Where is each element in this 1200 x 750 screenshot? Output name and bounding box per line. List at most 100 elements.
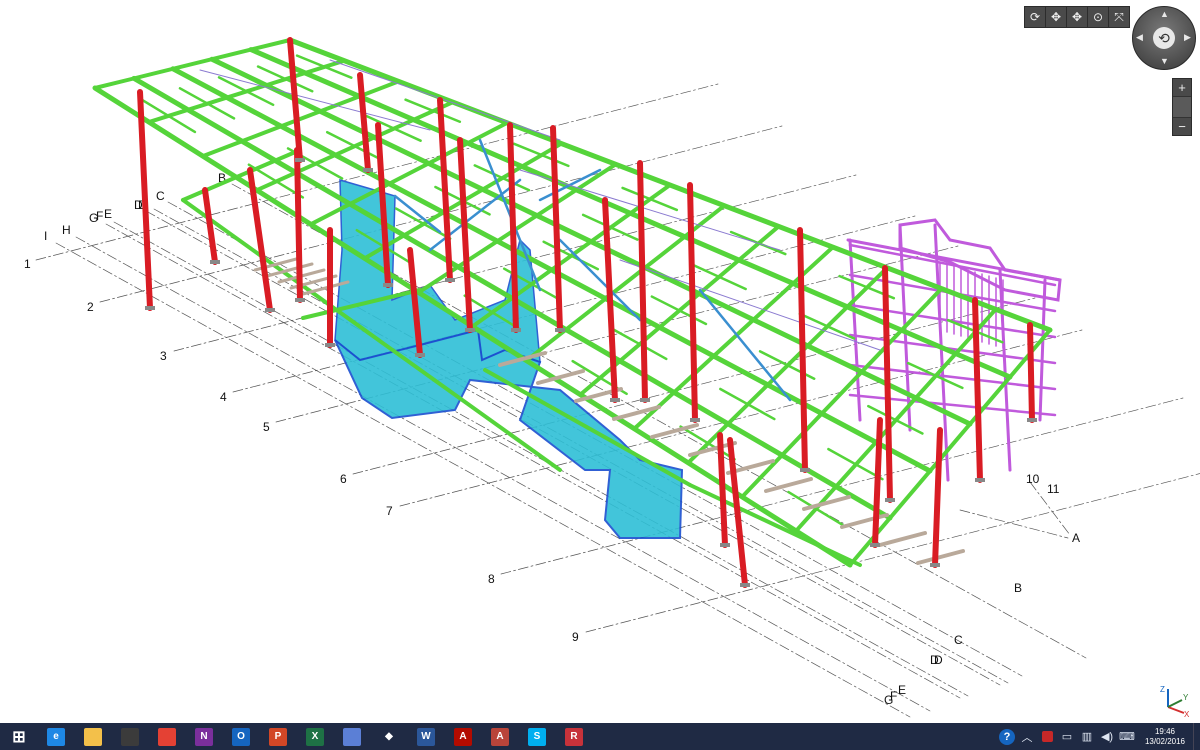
column-base-plate [145, 306, 155, 310]
internet-explorer-icon[interactable]: e [41, 723, 71, 750]
help-icon[interactable]: ? [997, 723, 1017, 750]
word-icon[interactable]: W [411, 723, 441, 750]
file-explorer-icon[interactable] [78, 723, 108, 750]
grid-label-1: 1 [24, 257, 31, 271]
excel-tile: X [306, 727, 324, 746]
show-desktop-button[interactable] [1193, 723, 1200, 750]
structural-model-3d-view[interactable]: 1234567891011IHGFEDDCBABCDDGFE [0, 0, 1200, 723]
zoom-extents-icon[interactable]: ⤧ [1109, 7, 1129, 27]
move-view-icon[interactable]: ✥ [1067, 7, 1088, 27]
autodesk-app-icon[interactable]: A [485, 723, 515, 750]
column-base-plate [210, 260, 220, 264]
zoom-region-icon[interactable]: ⊙ [1088, 7, 1109, 27]
keyboard-icon[interactable]: ⌨ [1117, 723, 1137, 750]
column-base-plate [610, 398, 620, 402]
onenote-icon[interactable]: N [189, 723, 219, 750]
powerpoint-icon[interactable]: P [263, 723, 293, 750]
steel-column [882, 265, 893, 503]
photos-app-icon[interactable] [115, 723, 145, 750]
steel-column [637, 160, 648, 403]
help-glyph: ? [999, 728, 1015, 745]
column-base-plate [465, 328, 475, 332]
zoom-slider[interactable] [1173, 96, 1191, 118]
grid-label-c: C [156, 189, 165, 203]
pan-icon[interactable]: ✥ [1046, 7, 1067, 27]
navigation-wheel[interactable]: ▲ ▼ ◀ ▶ ⟲ [1132, 6, 1196, 70]
frame-beam-secondary [650, 295, 708, 326]
steel-column [687, 182, 698, 423]
acrobat-icon[interactable]: A [448, 723, 478, 750]
steel-column [357, 72, 371, 173]
outlook-tile: O [232, 727, 250, 746]
grid-label-e: E [104, 207, 112, 221]
frame-beam-secondary [542, 240, 600, 271]
frame-beam-secondary [139, 97, 197, 134]
start-button[interactable]: ⊞ [4, 723, 34, 750]
zoom-in-button[interactable]: + [1173, 79, 1191, 96]
internet-explorer-tile: e [47, 727, 65, 746]
zoom-out-button[interactable]: − [1173, 118, 1191, 135]
grid-label-5: 5 [263, 420, 270, 434]
steel-column [872, 417, 883, 548]
powerpoint-tile: P [269, 727, 287, 746]
steel-column [717, 432, 728, 548]
layers-app-icon[interactable] [337, 723, 367, 750]
y-axis-line [1167, 699, 1183, 708]
purlin [764, 477, 813, 493]
frame-beam-secondary [621, 186, 679, 212]
robot-structural-tile: R [565, 727, 583, 746]
robot-structural-icon[interactable]: R [559, 723, 589, 750]
column-base-plate [870, 543, 880, 547]
skype-icon[interactable]: S [522, 723, 552, 750]
steel-column [202, 187, 218, 265]
column-base-plate [975, 478, 985, 482]
outlook-icon[interactable]: O [226, 723, 256, 750]
frame-beam-secondary [178, 87, 236, 120]
stair-tower-member [848, 238, 862, 422]
excel-icon[interactable]: X [300, 723, 330, 750]
grid-label-8: 8 [488, 572, 495, 586]
clock[interactable]: 19:46 13/02/2016 [1137, 727, 1193, 747]
column-base-plate [383, 283, 393, 287]
volume-icon[interactable]: ◀) [1097, 723, 1117, 750]
purlin [840, 513, 889, 529]
nav-up-arrow-icon[interactable]: ▲ [1160, 9, 1169, 19]
steel-column [727, 437, 748, 588]
frame-beam-secondary [827, 447, 884, 481]
show-hidden-icons-icon[interactable]: ︿ [1017, 723, 1037, 750]
security-app-icon[interactable] [1037, 723, 1057, 750]
column-base-plate [265, 308, 275, 312]
steel-column [1027, 322, 1035, 423]
nav-down-arrow-icon[interactable]: ▼ [1160, 56, 1169, 66]
network-icon[interactable]: ▥ [1077, 723, 1097, 750]
battery-icon[interactable]: ▭ [1057, 723, 1077, 750]
grid-label-b: B [1014, 581, 1022, 595]
rotate-view-icon[interactable]: ⟳ [1025, 7, 1046, 27]
grid-label-9: 9 [572, 630, 579, 644]
stair-tower-member [998, 268, 1012, 472]
bracing-member [698, 288, 792, 402]
orbit-icon[interactable]: ⟲ [1153, 27, 1175, 49]
nav-right-arrow-icon[interactable]: ▶ [1184, 32, 1191, 43]
frame-beam-secondary [611, 327, 668, 361]
purlin [878, 531, 927, 547]
column-base-plate [511, 328, 521, 332]
chrome-icon[interactable] [152, 723, 182, 750]
column-base-plate [800, 468, 810, 472]
column-base-plate [363, 168, 373, 172]
taskbar-app-list: ⊞ e N O P X ◆ W A A S R [0, 723, 596, 750]
frame-beam-secondary [906, 361, 964, 390]
column-base-plate [555, 328, 565, 332]
steel-column [550, 125, 563, 333]
steel-column [294, 147, 303, 303]
steel-column [932, 427, 943, 568]
nav-left-arrow-icon[interactable]: ◀ [1136, 32, 1143, 43]
column-base-plate [720, 543, 730, 547]
layers-app-tile [343, 727, 361, 746]
column-base-plate [740, 583, 750, 587]
column-base-plate [295, 158, 305, 162]
grid-label-4: 4 [220, 390, 227, 404]
model-viewport[interactable]: 1234567891011IHGFEDDCBABCDDGFE [0, 0, 1200, 723]
inkscape-icon[interactable]: ◆ [374, 723, 404, 750]
column-base-plate [1027, 418, 1037, 422]
